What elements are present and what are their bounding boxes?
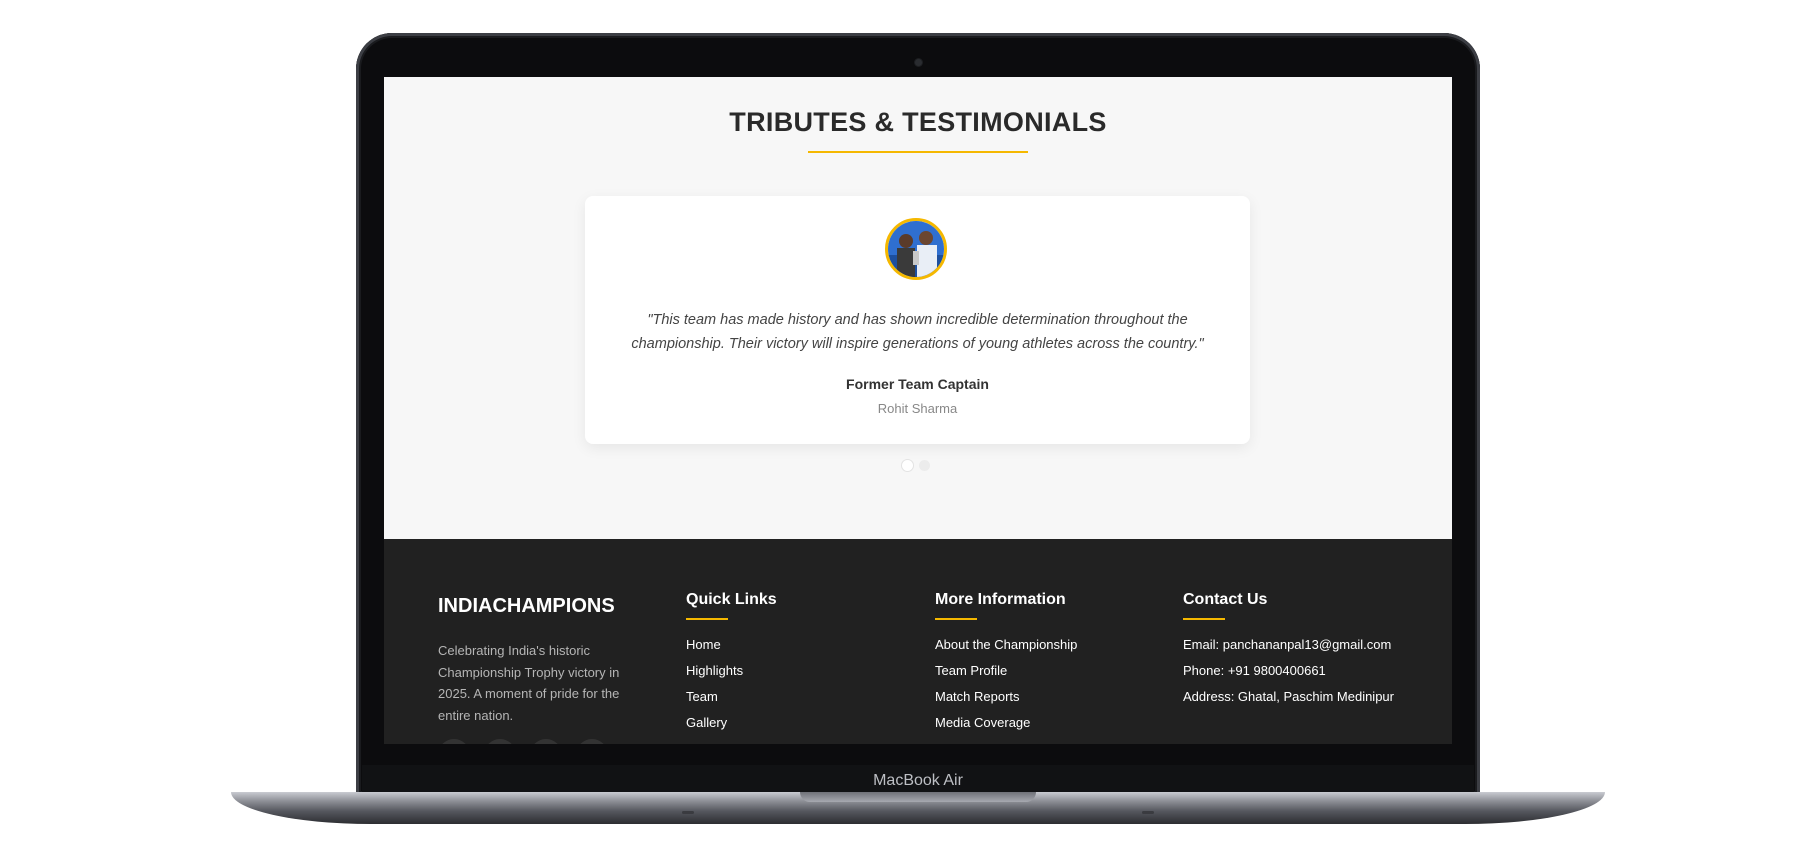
footer-contact: Contact Us Email: panchananpal13@gmail.c… xyxy=(1183,591,1413,716)
contact-underline xyxy=(1183,618,1225,620)
contact-email[interactable]: Email: panchananpal13@gmail.com xyxy=(1183,634,1413,655)
laptop-foot-right xyxy=(1142,811,1154,814)
social-links xyxy=(438,739,608,744)
footer-link-match-reports[interactable]: Match Reports xyxy=(935,690,1077,703)
footer-about-text: Celebrating India's historic Championshi… xyxy=(438,643,620,723)
footer-quick-links: Quick Links Home Highlights Team Gallery xyxy=(686,591,777,742)
laptop-hinge-notch xyxy=(800,792,1036,802)
footer-brand[interactable]: INDIACHAMPIONS xyxy=(438,595,615,618)
camera-icon xyxy=(915,59,922,66)
footer-link-home[interactable]: Home xyxy=(686,638,777,651)
site-footer: INDIACHAMPIONS Celebrating India's histo… xyxy=(384,539,1452,744)
twitter-icon[interactable] xyxy=(484,739,516,744)
laptop-foot-left xyxy=(682,811,694,814)
testimonial-quote: "This team has made history and has show… xyxy=(631,312,1204,352)
testimonial-avatar xyxy=(885,218,947,280)
footer-more-info: More Information About the Championship … xyxy=(935,591,1077,742)
testimonial-author-name: Rohit Sharma xyxy=(877,401,958,416)
quick-links-underline xyxy=(686,618,728,620)
more-info-underline xyxy=(935,618,977,620)
testimonial-card: "This team has made history and has show… xyxy=(585,196,1250,444)
instagram-icon[interactable] xyxy=(530,739,562,744)
footer-link-media-coverage[interactable]: Media Coverage xyxy=(935,716,1077,729)
contact-address: Address: Ghatal, Paschim Medinipur xyxy=(1183,689,1394,704)
carousel-dot-2[interactable] xyxy=(919,460,930,471)
footer-link-highlights[interactable]: Highlights xyxy=(686,664,777,677)
quick-links-title: Quick Links xyxy=(686,591,777,608)
contact-title: Contact Us xyxy=(1183,591,1268,608)
laptop-chin: MacBook Air xyxy=(362,765,1474,792)
device-label: MacBook Air xyxy=(873,772,963,789)
youtube-icon[interactable] xyxy=(576,739,608,744)
title-underline xyxy=(808,151,1028,153)
more-info-title: More Information xyxy=(935,591,1066,608)
avatar-photo-icon xyxy=(888,221,944,277)
testimonial-author-role: Former Team Captain xyxy=(846,376,989,392)
footer-link-gallery[interactable]: Gallery xyxy=(686,716,777,729)
section-title: TRIBUTES & TESTIMONIALS xyxy=(729,107,1107,137)
carousel-dot-1[interactable] xyxy=(902,460,913,471)
browser-viewport[interactable]: TRIBUTES & TESTIMONIALS "This team has m… xyxy=(384,77,1452,744)
contact-phone[interactable]: Phone: +91 9800400661 xyxy=(1183,660,1413,681)
footer-link-about-championship[interactable]: About the Championship xyxy=(935,638,1077,651)
carousel-dots xyxy=(902,460,930,471)
footer-link-team-profile[interactable]: Team Profile xyxy=(935,664,1077,677)
footer-link-team[interactable]: Team xyxy=(686,690,777,703)
facebook-icon[interactable] xyxy=(438,739,470,744)
